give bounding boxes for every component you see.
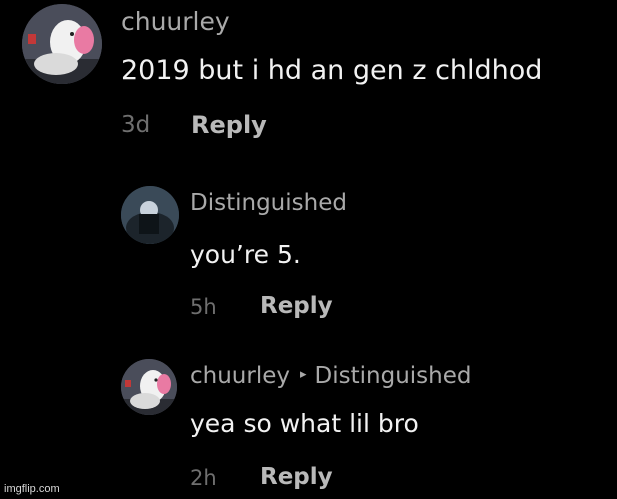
snoopy-avatar-icon [121,359,177,415]
snoopy-avatar-icon [22,4,102,84]
comment-2: Distinguished you’re 5. 5h Reply [0,170,617,330]
username[interactable]: chuurley [190,363,290,389]
comment-1: chuurley 2019 but i hd an gen z chldhod … [0,0,617,150]
comment-text: 2019 but i hd an gen z chldhod [121,55,543,86]
caret-right-icon: ▸ [300,367,307,382]
comment-text: you’re 5. [190,240,301,269]
timestamp: 2h [190,466,217,490]
avatar[interactable] [22,4,102,84]
reply-to-username[interactable]: Distinguished [315,363,472,389]
reply-button[interactable]: Reply [191,111,267,139]
comment-3: chuurley ▸ Distinguished yea so what lil b… [0,345,617,499]
comment-text: yea so what lil bro [190,409,419,438]
username[interactable]: Distinguished [190,190,347,216]
username-line: chuurley ▸ Distinguished [190,363,471,389]
timestamp: 5h [190,295,217,319]
username[interactable]: chuurley [121,7,230,36]
reply-button[interactable]: Reply [260,464,333,490]
avatar[interactable] [121,359,177,415]
dark-photo-avatar-icon [121,186,179,244]
timestamp: 3d [121,112,151,138]
avatar[interactable] [121,186,179,244]
watermark: imgflip.com [4,483,60,495]
reply-button[interactable]: Reply [260,293,333,319]
